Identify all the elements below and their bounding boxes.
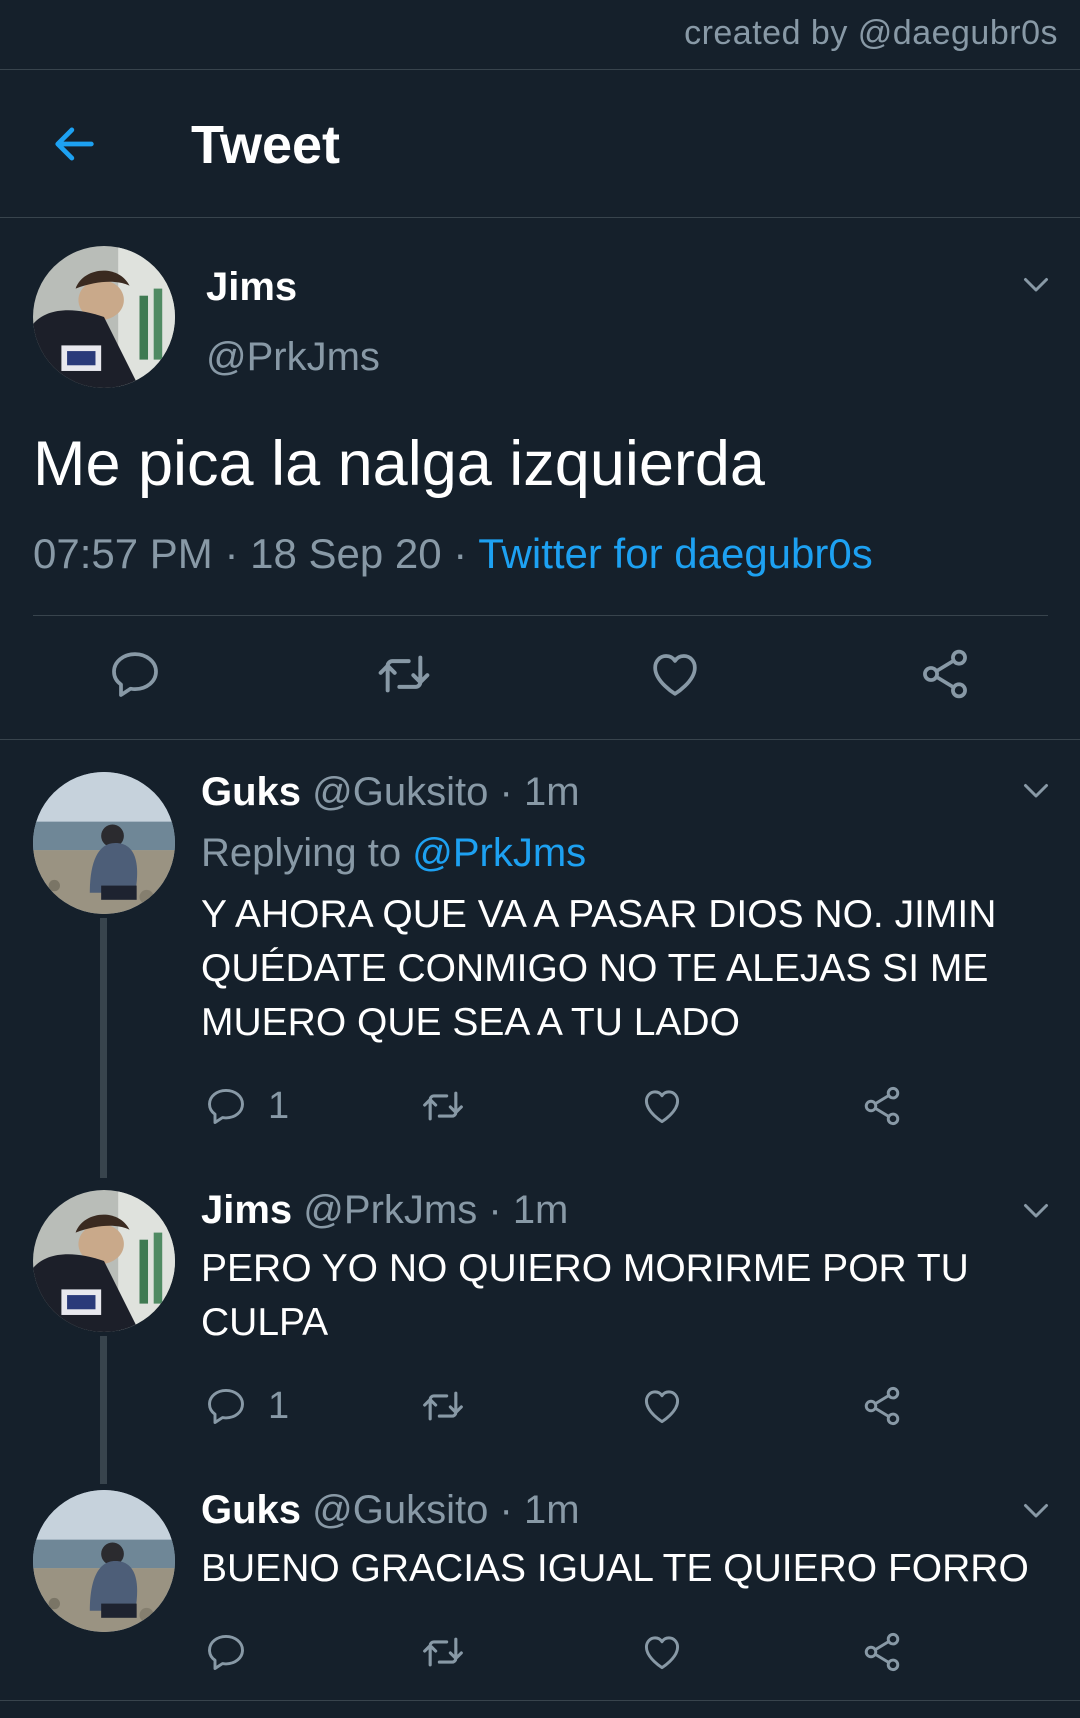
reply-text: PERO YO NO QUIERO MORIRME POR TU CULPA — [201, 1247, 969, 1344]
retweet-icon — [421, 1384, 465, 1428]
like-icon — [640, 1384, 684, 1428]
like-button[interactable] — [647, 646, 703, 702]
reply-header: Guks @Guksito · 1m — [201, 770, 580, 815]
retweet-button[interactable] — [421, 1382, 465, 1430]
reply-count: 1 — [268, 1384, 290, 1427]
reply-tweet: Guks @Guksito · 1m Replying to @PrkJms Y… — [0, 740, 1080, 1160]
author-handle[interactable]: @PrkJms — [303, 1188, 477, 1232]
reply-icon — [204, 1384, 248, 1428]
reply-count: 1 — [268, 1084, 290, 1127]
replying-to: Replying to @PrkJms — [201, 831, 586, 876]
tweet-options-button[interactable] — [1018, 266, 1054, 302]
author-name[interactable]: Guks — [201, 1488, 301, 1532]
avatar[interactable] — [33, 1490, 175, 1632]
tweet-options-button[interactable] — [1018, 1192, 1054, 1228]
reply-text: BUENO GRACIAS IGUAL TE QUIERO FORRO — [201, 1547, 1029, 1590]
bottom-divider — [0, 1700, 1080, 1701]
tweet-source-link[interactable]: Twitter for daegubr0s — [478, 530, 873, 577]
tweet-meta: 07:57 PM · 18 Sep 20 · Twitter for daegu… — [33, 530, 873, 578]
reply-button[interactable] — [204, 1628, 248, 1676]
reply-icon — [204, 1630, 248, 1674]
meta-dot: · — [499, 770, 513, 814]
share-button[interactable] — [860, 1082, 904, 1130]
retweet-icon — [376, 646, 432, 702]
reply-tweet: Jims @PrkJms · 1m PERO YO NO QUIERO MORI… — [0, 1160, 1080, 1460]
divider — [33, 615, 1048, 616]
meta-dot: · — [499, 1488, 513, 1532]
reply-icon — [107, 646, 163, 702]
like-icon — [640, 1084, 684, 1128]
author-name[interactable]: Jims — [201, 1188, 292, 1232]
share-icon — [860, 1084, 904, 1128]
author-handle[interactable]: @Guksito — [312, 770, 488, 814]
author-name[interactable]: Jims — [206, 265, 297, 310]
chevron-down-icon — [1018, 1492, 1054, 1528]
reply-button[interactable]: 1 — [204, 1082, 289, 1130]
share-icon — [860, 1630, 904, 1674]
avatar[interactable] — [33, 1190, 175, 1332]
share-icon — [860, 1384, 904, 1428]
back-button[interactable] — [48, 118, 100, 170]
chevron-down-icon — [1018, 266, 1054, 302]
like-button[interactable] — [640, 1382, 684, 1430]
reply-icon — [204, 1084, 248, 1128]
like-button[interactable] — [640, 1082, 684, 1130]
replying-to-handle[interactable]: @PrkJms — [412, 831, 586, 875]
reply-text: Y AHORA QUE VA A PASAR DIOS NO. JIMIN QU… — [201, 893, 997, 1044]
chevron-down-icon — [1018, 772, 1054, 808]
page-title: Tweet — [191, 115, 341, 175]
tweet-time: 07:57 PM — [33, 530, 213, 577]
reply-age: 1m — [512, 1188, 569, 1232]
meta-dot: · — [488, 1188, 502, 1232]
replying-to-label: Replying to — [201, 831, 402, 875]
retweet-button[interactable] — [421, 1628, 465, 1676]
meta-separator: · — [212, 530, 251, 577]
header-bar: Tweet — [0, 70, 1080, 218]
tweet-options-button[interactable] — [1018, 1492, 1054, 1528]
tweet-options-button[interactable] — [1018, 772, 1054, 808]
share-button[interactable] — [917, 646, 973, 702]
reply-button[interactable]: 1 — [204, 1382, 289, 1430]
main-tweet: Jims @PrkJms Me pica la nalga izquierda … — [0, 218, 1080, 740]
like-icon — [647, 646, 703, 702]
reply-header: Guks @Guksito · 1m — [201, 1488, 580, 1533]
author-name[interactable]: Guks — [201, 770, 301, 814]
reply-button[interactable] — [107, 646, 163, 702]
reply-header: Jims @PrkJms · 1m — [201, 1188, 568, 1233]
like-icon — [640, 1630, 684, 1674]
back-arrow-icon — [55, 127, 94, 161]
share-icon — [917, 646, 973, 702]
meta-separator: · — [441, 530, 479, 577]
reply-age: 1m — [523, 770, 580, 814]
retweet-button[interactable] — [421, 1082, 465, 1130]
author-handle[interactable]: @PrkJms — [206, 335, 380, 380]
avatar[interactable] — [33, 772, 175, 914]
retweet-icon — [421, 1630, 465, 1674]
share-button[interactable] — [860, 1628, 904, 1676]
chevron-down-icon — [1018, 1192, 1054, 1228]
like-button[interactable] — [640, 1628, 684, 1676]
retweet-icon — [421, 1084, 465, 1128]
tweet-text: Me pica la nalga izquierda — [33, 429, 765, 499]
author-handle[interactable]: @Guksito — [312, 1488, 488, 1532]
share-button[interactable] — [860, 1382, 904, 1430]
reply-age: 1m — [523, 1488, 580, 1532]
reply-tweet: Guks @Guksito · 1m BUENO GRACIAS IGUAL T… — [0, 1460, 1080, 1700]
tweet-date: 18 Sep 20 — [250, 530, 442, 577]
watermark-text: created by @daegubr0s — [684, 14, 1058, 52]
avatar[interactable] — [33, 246, 175, 388]
retweet-button[interactable] — [376, 646, 432, 702]
